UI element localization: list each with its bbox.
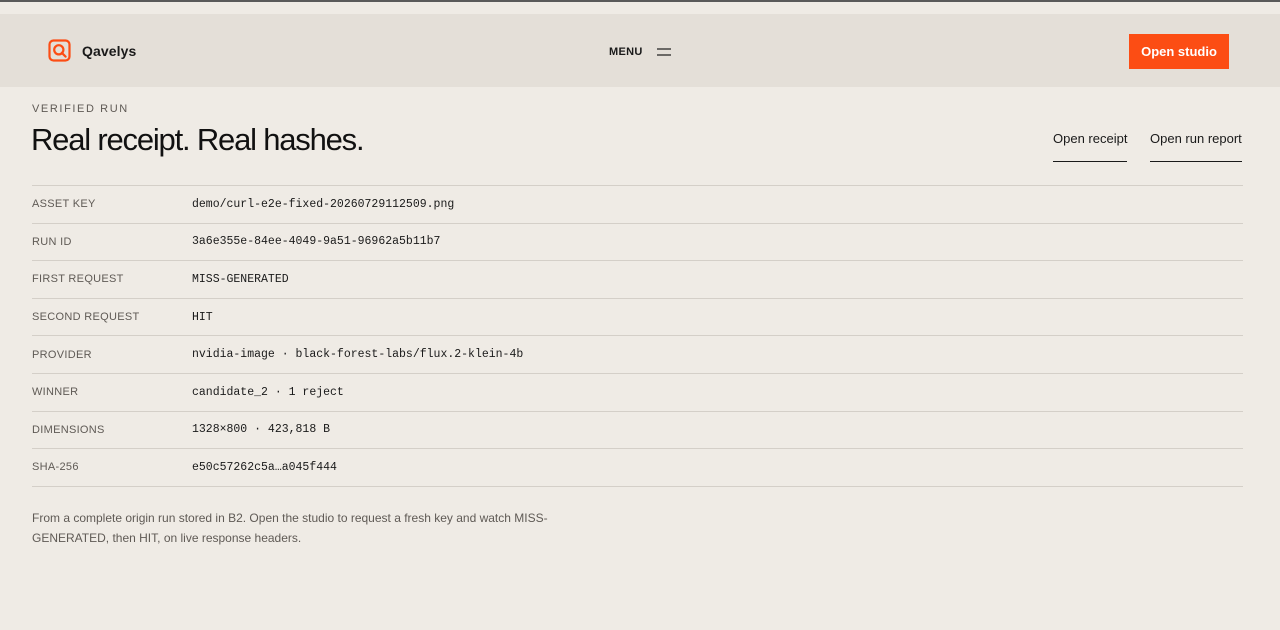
detail-label: ASSET KEY	[32, 198, 96, 211]
menu-toggle[interactable]: MENU	[609, 43, 671, 61]
detail-row-first-request: FIRST REQUEST MISS-GENERATED	[32, 261, 1243, 299]
detail-value: 1328×800 · 423,818 B	[192, 423, 331, 437]
brand[interactable]: Qavelys	[48, 39, 136, 62]
detail-label: FIRST REQUEST	[32, 273, 124, 286]
detail-label: RUN ID	[32, 235, 72, 248]
detail-label: WINNER	[32, 386, 79, 399]
detail-label: DIMENSIONS	[32, 423, 105, 436]
detail-row-sha-256: SHA-256 e50c57262c5a…a045f444	[32, 449, 1243, 487]
detail-row-second-request: SECOND REQUEST HIT	[32, 299, 1243, 337]
detail-label: PROVIDER	[32, 348, 92, 361]
detail-row-dimensions: DIMENSIONS 1328×800 · 423,818 B	[32, 412, 1243, 450]
open-receipt-link[interactable]: Open receipt	[1053, 131, 1128, 162]
brand-logo-icon	[48, 39, 71, 62]
hamburger-menu-icon	[656, 43, 671, 61]
section-eyebrow: VERIFIED RUN	[32, 103, 129, 115]
open-studio-button[interactable]: Open studio	[1129, 34, 1229, 69]
top-border	[0, 0, 1280, 2]
brand-name: Qavelys	[82, 42, 137, 59]
detail-value: 3a6e355e-84ee-4049-9a51-96962a5b11b7	[192, 235, 441, 249]
run-details-table: ASSET KEY demo/curl-e2e-fixed-2026072911…	[32, 185, 1243, 487]
detail-row-provider: PROVIDER nvidia-image · black-forest-lab…	[32, 336, 1243, 374]
detail-row-asset-key: ASSET KEY demo/curl-e2e-fixed-2026072911…	[32, 186, 1243, 224]
footnote: From a complete origin run stored in B2.…	[32, 511, 548, 545]
detail-row-winner: WINNER candidate_2 · 1 reject	[32, 374, 1243, 412]
detail-value: demo/curl-e2e-fixed-20260729112509.png	[192, 197, 455, 211]
detail-value: nvidia-image · black-forest-labs/flux.2-…	[192, 348, 524, 362]
detail-value: candidate_2 · 1 reject	[192, 385, 344, 399]
detail-value: HIT	[192, 310, 213, 324]
detail-row-run-id: RUN ID 3a6e355e-84ee-4049-9a51-96962a5b1…	[32, 224, 1243, 262]
detail-value: MISS-GENERATED	[192, 272, 289, 286]
menu-label: MENU	[609, 46, 643, 58]
open-run-report-link[interactable]: Open run report	[1150, 131, 1242, 162]
detail-label: SHA-256	[32, 461, 79, 474]
detail-value: e50c57262c5a…a045f444	[192, 460, 337, 474]
page-title: Real receipt. Real hashes.	[31, 122, 365, 157]
detail-label: SECOND REQUEST	[32, 311, 140, 324]
site-header: Qavelys MENU Open studio	[0, 14, 1280, 87]
